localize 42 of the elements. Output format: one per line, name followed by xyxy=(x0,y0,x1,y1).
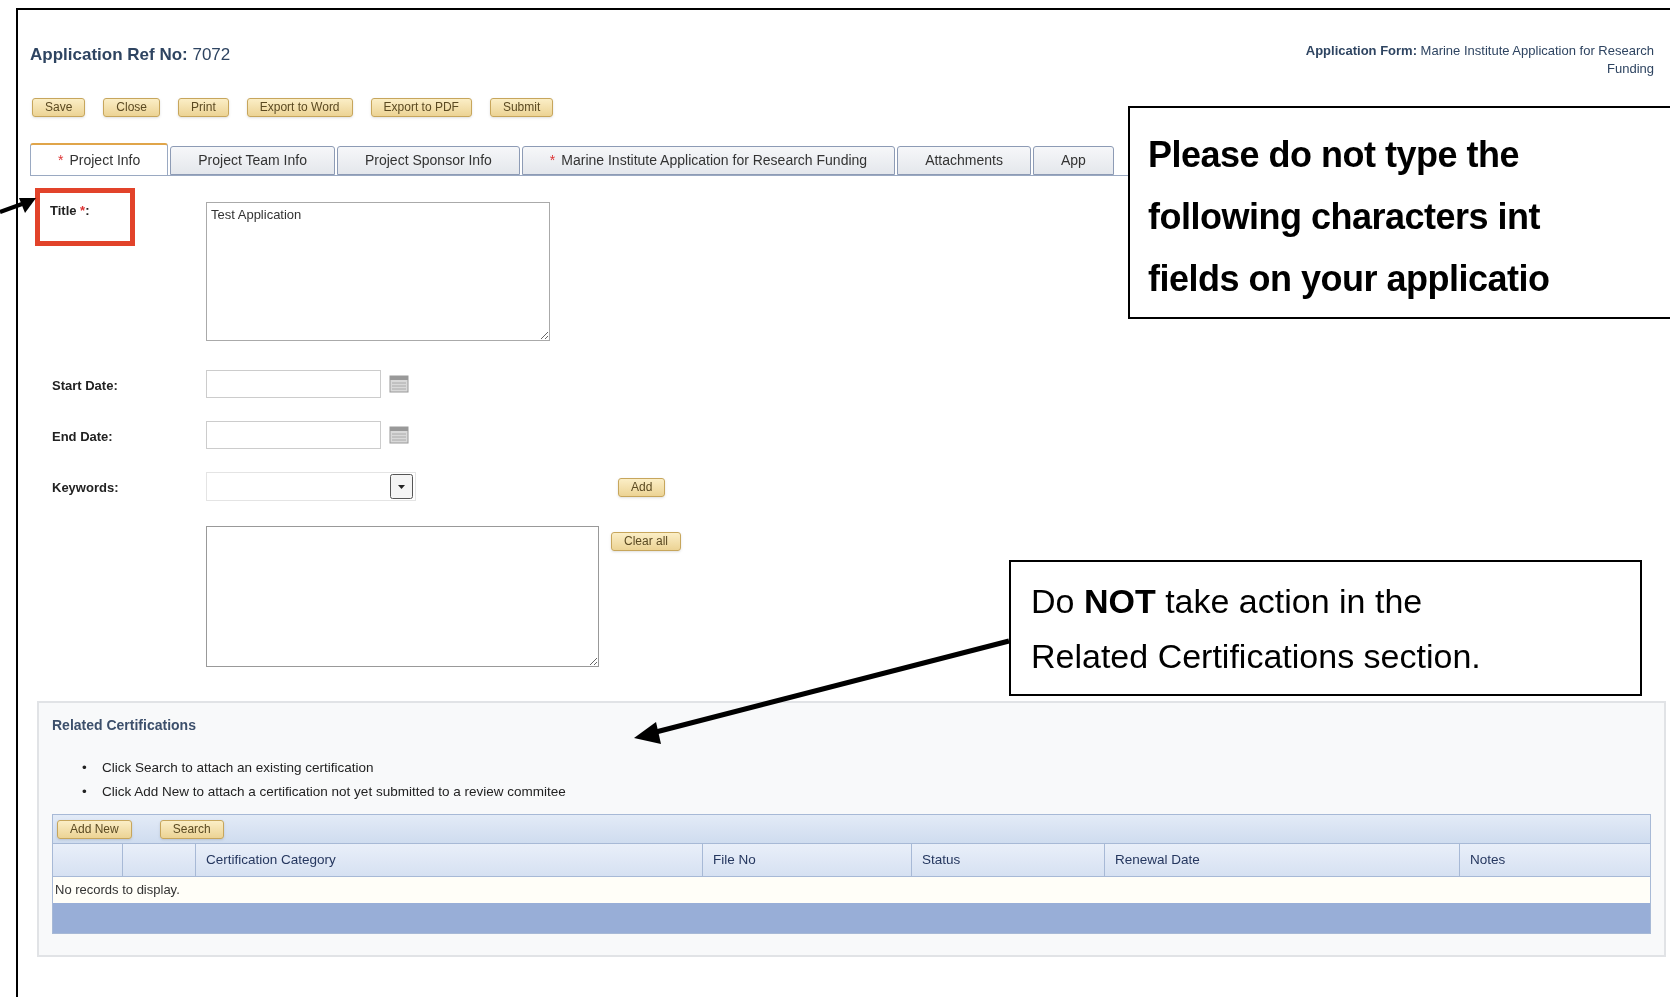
tab[interactable]: Attachments xyxy=(897,146,1031,175)
button[interactable]: Export to PDF xyxy=(370,98,472,117)
button[interactable]: Add New xyxy=(57,819,132,839)
button[interactable]: Close xyxy=(103,98,161,117)
tab[interactable]: * Project Info xyxy=(30,143,169,175)
keywords-dropdown[interactable] xyxy=(206,472,416,501)
instruction-text: Click Search to attach an existing certification xyxy=(102,759,374,777)
field-label: Keywords: xyxy=(52,479,120,497)
empty-message: No records to display. xyxy=(55,881,180,900)
button[interactable]: Export to Word xyxy=(246,98,353,117)
column-header[interactable]: Status xyxy=(912,844,1105,876)
title-label: Title *: xyxy=(35,188,135,246)
column-header[interactable]: Certification Category xyxy=(196,844,703,876)
application-ref: Application Ref No: 7072 xyxy=(30,44,231,66)
column-header[interactable]: Notes xyxy=(1460,844,1650,876)
bullet: • xyxy=(82,783,88,801)
field-label: Start Date: xyxy=(52,377,119,395)
field-label: End Date: xyxy=(52,428,114,446)
button[interactable]: Add xyxy=(618,478,666,497)
calendar-icon[interactable] xyxy=(389,425,409,445)
tab[interactable]: * Marine Institute Application for Research Funding xyxy=(521,146,896,175)
button[interactable]: Save xyxy=(32,98,86,117)
date-field[interactable] xyxy=(206,421,381,449)
column-header[interactable]: Renewal Date xyxy=(1105,844,1460,876)
callout-text: Do NOT take action in the Related Certifications section. xyxy=(1031,581,1481,677)
tab[interactable]: Project Sponsor Info xyxy=(336,146,520,175)
button[interactable]: Search xyxy=(159,819,224,839)
instruction-text: Click Add New to attach a certification not yet submitted to a review commitee xyxy=(102,783,566,801)
title-field[interactable]: Test Application xyxy=(206,202,550,341)
section-title: Related Certifications xyxy=(52,716,197,735)
application-form-name: Application Form: Marine Institute Application for Research Funding xyxy=(1304,42,1654,78)
date-field[interactable] xyxy=(206,370,381,398)
button[interactable]: Print xyxy=(178,98,229,117)
button[interactable]: Submit xyxy=(489,98,554,117)
calendar-icon[interactable] xyxy=(389,374,409,394)
tab[interactable]: App xyxy=(1032,146,1114,175)
column-header[interactable]: File No xyxy=(703,844,912,876)
button[interactable]: Clear all xyxy=(611,532,681,551)
bullet: • xyxy=(82,759,88,777)
callout-text: Please do not type the following characters int fields on your applicatio xyxy=(1148,133,1550,301)
tab[interactable]: Project Team Info xyxy=(170,146,335,175)
keywords-list-field[interactable] xyxy=(206,526,599,667)
